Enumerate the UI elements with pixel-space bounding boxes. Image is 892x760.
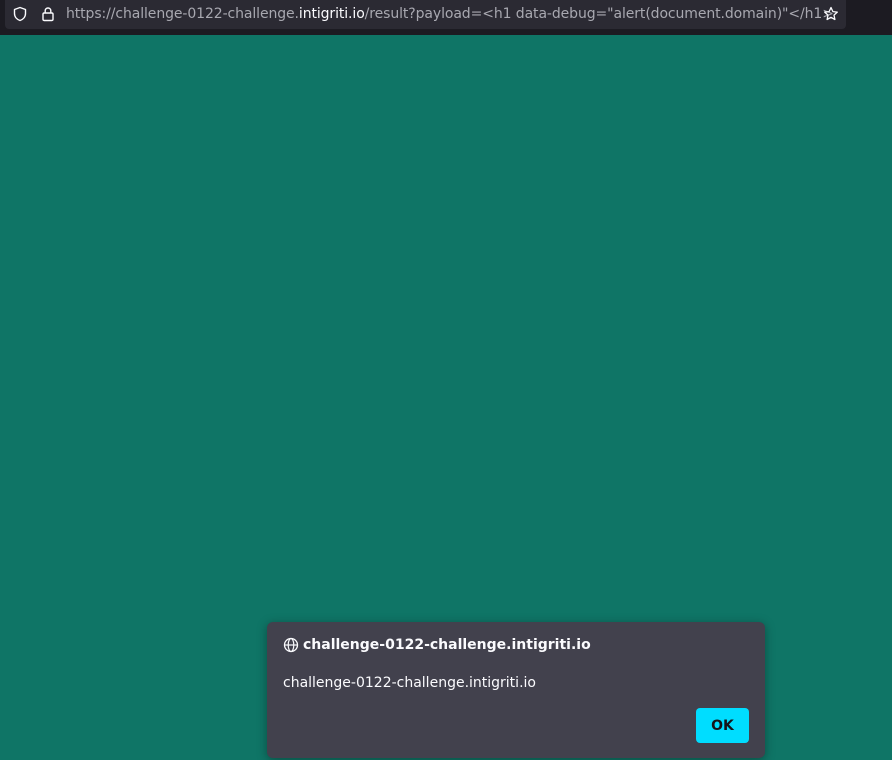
dialog-message: challenge-0122-challenge.intigriti.io bbox=[283, 675, 536, 691]
ok-button[interactable]: OK bbox=[696, 708, 749, 743]
star-icon[interactable] bbox=[823, 6, 839, 22]
browser-toolbar: https://challenge-0122-challenge.intigri… bbox=[0, 0, 892, 35]
url-suffix: /result?payload=<h1 data-debug="alert(do… bbox=[364, 6, 834, 22]
url-text[interactable]: https://challenge-0122-challenge.intigri… bbox=[66, 6, 834, 23]
globe-icon bbox=[283, 637, 299, 653]
url-prefix: https://challenge-0122-challenge. bbox=[66, 6, 299, 22]
address-bar[interactable]: https://challenge-0122-challenge.intigri… bbox=[5, 0, 846, 29]
dialog-title: challenge-0122-challenge.intigriti.io bbox=[283, 637, 591, 653]
dialog-title-text: challenge-0122-challenge.intigriti.io bbox=[303, 637, 591, 653]
alert-dialog: challenge-0122-challenge.intigriti.io ch… bbox=[267, 622, 765, 758]
url-host: intigriti.io bbox=[298, 6, 365, 22]
shield-icon[interactable] bbox=[12, 6, 28, 22]
lock-icon[interactable] bbox=[40, 6, 56, 22]
